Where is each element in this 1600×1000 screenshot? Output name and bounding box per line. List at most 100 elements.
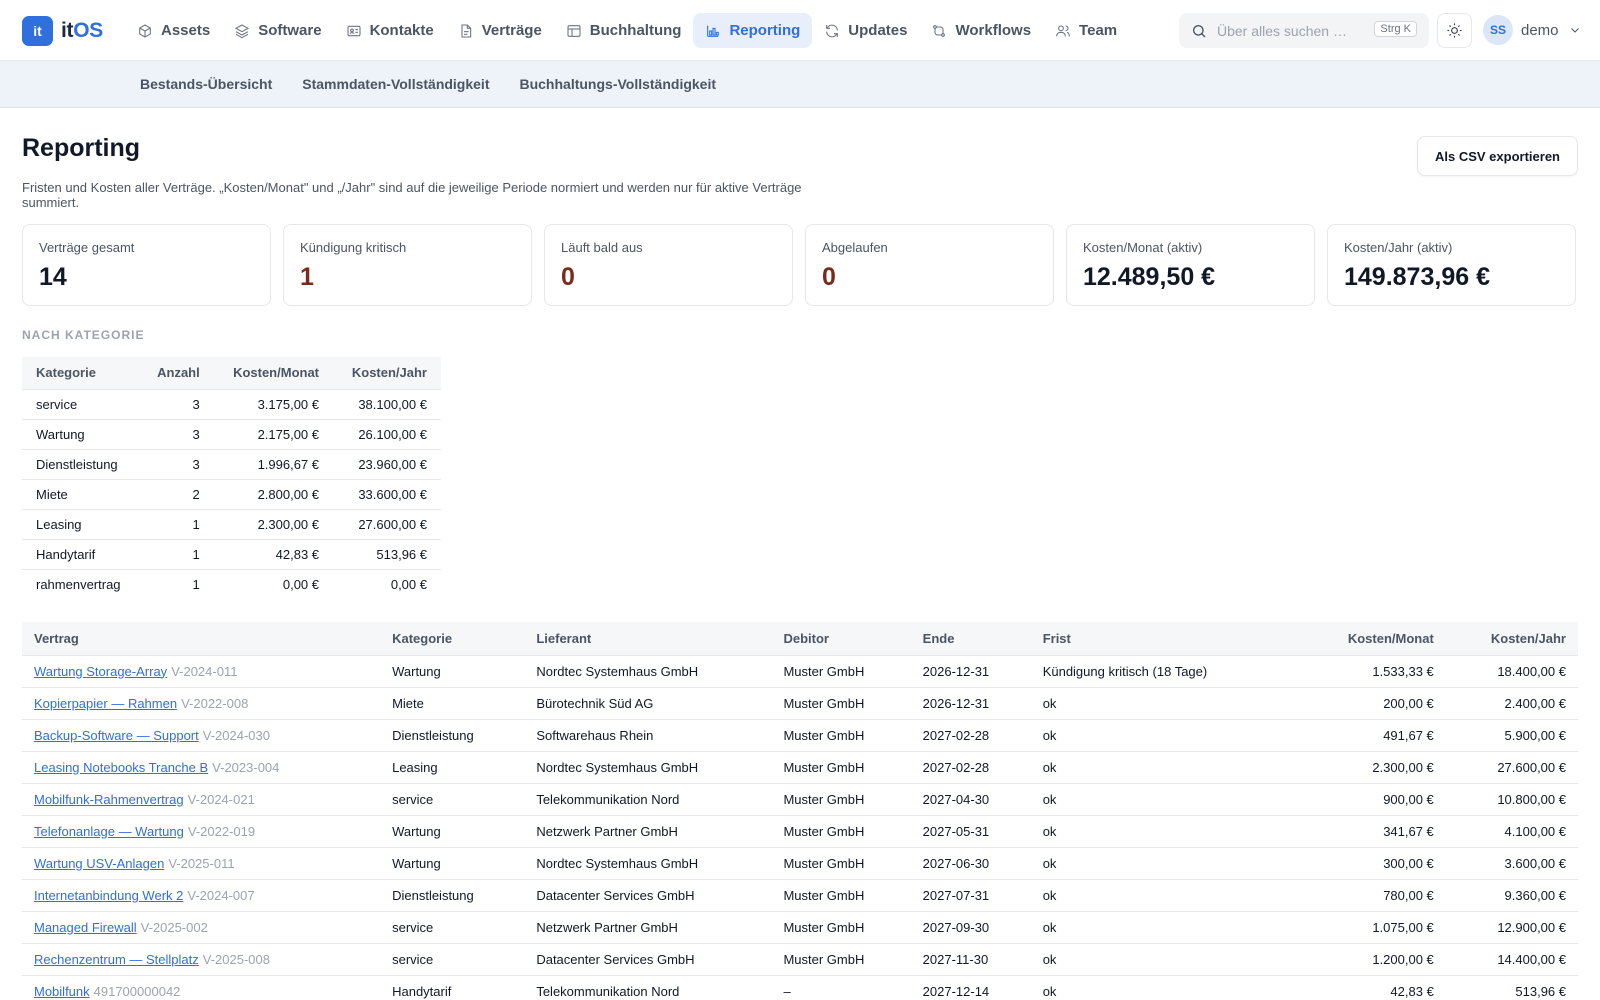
contract-link[interactable]: Managed Firewall — [34, 920, 137, 935]
stat-card-value: 14 — [39, 263, 67, 291]
nav-item-buchhaltung[interactable]: Buchhaltung — [554, 13, 694, 48]
supplier-cell: Netzwerk Partner GmbH — [524, 815, 772, 848]
contract-number: V-2024-011 — [171, 663, 238, 679]
stat-card-value: 1 — [300, 263, 314, 291]
table-cell: 0,00 € — [282, 576, 320, 592]
nav-item-vertr-ge[interactable]: Verträge — [446, 13, 554, 48]
subnav-buchhaltungs-vollstaendigkeit[interactable]: Buchhaltungs-Vollständigkeit — [519, 76, 716, 92]
nav-item-kontakte[interactable]: Kontakte — [334, 13, 446, 48]
contract-link[interactable]: Wartung Storage-Array — [34, 664, 167, 679]
column-header: Anzahl — [139, 357, 214, 390]
end-date-cell: 2027-09-30 — [910, 911, 1031, 944]
document-icon — [461, 23, 471, 38]
contracts-table: Vertrag Kategorie Lieferant Debitor Ende Fris… — [22, 622, 1578, 1000]
table-cell: 33.600,00 € — [333, 479, 441, 510]
debtor-cell: – — [771, 975, 911, 1000]
contract-link[interactable]: Telefonanlage — Wartung — [34, 824, 184, 839]
export-csv-button[interactable]: Als CSV exportieren — [1417, 136, 1578, 176]
stat-card: Abgelaufen 0 — [805, 224, 1054, 306]
reporting-subnav: Bestands-Übersicht Stammdaten-Vollständi… — [0, 61, 1600, 108]
stat-card-label: Kündigung kritisch — [300, 240, 407, 255]
user-menu[interactable]: SS demo — [1483, 15, 1581, 45]
nav-item-label: Reporting — [729, 22, 801, 39]
monthly-cost-cell: 341,67 € — [1220, 815, 1446, 848]
contract-link[interactable]: Leasing Notebooks Tranche B — [34, 760, 208, 775]
nav-item-workflows[interactable]: Workflows — [919, 13, 1043, 48]
end-date-cell: 2027-05-31 — [910, 815, 1031, 848]
yearly-cost-cell: 9.360,00 € — [1445, 879, 1578, 912]
stat-card: Läuft bald aus 0 — [544, 224, 793, 306]
debtor-cell: Muster GmbH — [771, 815, 911, 848]
supplier-cell: Nordtec Systemhaus GmbH — [524, 655, 772, 688]
category-cell: Wartung — [380, 815, 525, 848]
table-cell: Miete — [22, 479, 140, 510]
app-logo[interactable]: it itOS — [22, 16, 103, 46]
table-row: Handytarif 1 42,83 €513,96 € — [22, 539, 441, 570]
end-date-cell: 2027-04-30 — [910, 783, 1031, 816]
contract-link[interactable]: Internetanbindung Werk 2 — [34, 888, 183, 903]
stat-card-value: 0 — [822, 263, 836, 291]
avatar: SS — [1483, 15, 1513, 45]
nav-item-reporting[interactable]: Reporting — [693, 13, 813, 48]
column-header: Debitor — [771, 622, 911, 656]
monthly-cost-cell: 1.533,33 € — [1220, 655, 1446, 688]
global-search[interactable]: Strg K — [1179, 13, 1429, 48]
monthly-cost-cell: 2.300,00 € — [1220, 751, 1446, 784]
nav-item-software[interactable]: Software — [222, 13, 333, 48]
stat-card: Verträge gesamt 14 — [22, 224, 271, 306]
deadline-status: Kündigung kritisch (18 Tage) — [1030, 655, 1221, 688]
category-table: Kategorie Anzahl Kosten/Monat Kosten/Jahr s… — [22, 357, 441, 599]
table-cell: 26.100,00 € — [333, 419, 441, 450]
subnav-bestands-uebersicht[interactable]: Bestands-Übersicht — [140, 76, 272, 92]
nav-item-assets[interactable]: Assets — [125, 13, 222, 48]
contract-link[interactable]: Wartung USV-Anlagen — [34, 856, 164, 871]
stat-card-label: Abgelaufen — [822, 240, 888, 255]
contract-link[interactable]: Kopierpapier — Rahmen — [34, 696, 177, 711]
contract-link[interactable]: Mobilfunk-Rahmenvertrag — [34, 792, 184, 807]
contract-cell: Managed Firewall V-2025-002 — [22, 911, 381, 944]
end-date-cell: 2026-12-31 — [910, 655, 1031, 688]
column-header: Kategorie — [22, 357, 140, 390]
debtor-cell: Muster GmbH — [771, 783, 911, 816]
contract-link[interactable]: Rechenzentrum — Stellplatz — [34, 952, 199, 967]
search-input[interactable] — [1217, 22, 1367, 39]
stat-card-value: 12.489,50 € — [1083, 263, 1216, 291]
contract-link[interactable]: Mobilfunk — [34, 984, 90, 999]
contract-cell: Rechenzentrum — Stellplatz V-2025-008 — [22, 943, 381, 976]
nav-item-label: Updates — [848, 22, 908, 39]
table-row: Wartung Storage-Array V-2024-011 Wartung No… — [22, 655, 1578, 688]
yearly-cost-cell: 10.800,00 € — [1445, 783, 1578, 816]
deadline-status: ok — [1030, 975, 1221, 1000]
contract-link[interactable]: Backup-Software — Support — [34, 728, 199, 743]
deadline-status: ok — [1030, 911, 1221, 944]
monthly-cost-cell: 900,00 € — [1220, 783, 1446, 816]
category-section-title: NACH KATEGORIE — [22, 328, 145, 342]
stat-card-label: Verträge gesamt — [39, 240, 135, 255]
contact-card-icon — [347, 25, 361, 36]
column-header: Vertrag — [22, 622, 381, 656]
theme-toggle-button[interactable] — [1437, 13, 1472, 48]
cube-icon — [139, 23, 151, 38]
yearly-cost-cell: 513,96 € — [1445, 975, 1578, 1000]
contract-cell: Backup-Software — Support V-2024-030 — [22, 719, 381, 752]
monthly-cost-cell: 780,00 € — [1220, 879, 1446, 912]
deadline-status: ok — [1030, 815, 1221, 848]
table-cell: service — [22, 389, 140, 420]
yearly-cost-cell: 14.400,00 € — [1445, 943, 1578, 976]
subnav-stammdaten-vollstaendigkeit[interactable]: Stammdaten-Vollständigkeit — [302, 76, 489, 92]
stat-card-label: Läuft bald aus — [561, 240, 643, 255]
contract-cell: Kopierpapier — Rahmen V-2022-008 — [22, 687, 381, 720]
supplier-cell: Telekommunikation Nord — [524, 975, 772, 1000]
main-nav: Assets Software Kontakte Verträge Buchhaltun… — [125, 13, 1129, 48]
contract-cell: Telefonanlage — Wartung V-2022-019 — [22, 815, 381, 848]
stat-card-label: Kosten/Jahr (aktiv) — [1344, 240, 1453, 255]
contract-number: V-2025-002 — [140, 919, 208, 935]
column-header: Kosten/Jahr — [1445, 622, 1578, 656]
end-date-cell: 2027-11-30 — [910, 943, 1031, 976]
logo-badge: it — [22, 16, 53, 46]
stat-card: Kündigung kritisch 1 — [283, 224, 532, 306]
nav-item-team[interactable]: Team — [1043, 13, 1129, 48]
nav-item-updates[interactable]: Updates — [812, 13, 919, 48]
monthly-cost-cell: 1.200,00 € — [1220, 943, 1446, 976]
table-cell: 42,83 € — [213, 539, 334, 570]
